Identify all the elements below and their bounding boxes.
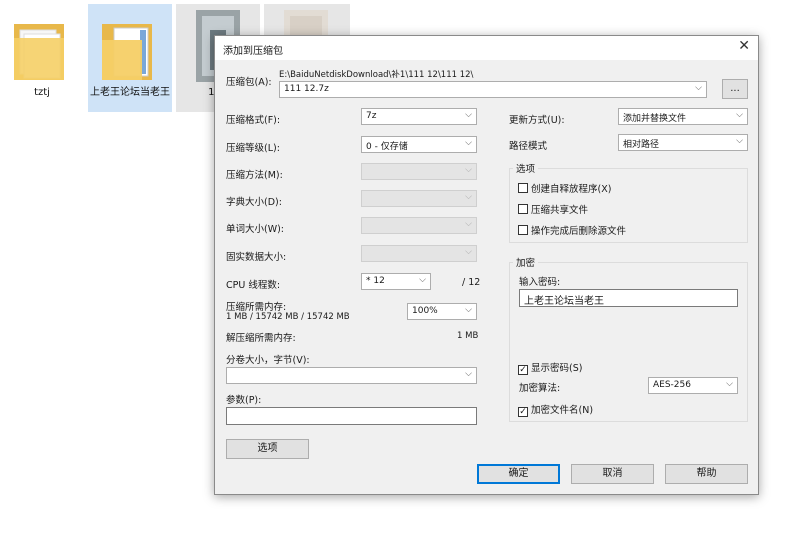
pathmode-value: 相对路径: [623, 140, 660, 150]
checkbox-box: [518, 204, 528, 214]
show-password-label: 显示密码(S): [531, 363, 583, 374]
dict-select: ⌵: [361, 190, 477, 207]
format-label: 压缩格式(F):: [226, 115, 281, 126]
params-input[interactable]: [226, 407, 477, 425]
dialog-titlebar: 添加到压缩包 ✕: [215, 36, 758, 60]
enc-method-select[interactable]: AES-256 ⌵: [648, 377, 738, 394]
show-password-checkbox[interactable]: ✓ 显示密码(S): [518, 360, 582, 375]
folder-icon: [102, 24, 152, 80]
chevron-down-icon: ⌵: [736, 136, 743, 146]
encrypt-filenames-checkbox[interactable]: ✓ 加密文件名(N): [518, 402, 593, 417]
mem-compress-label: 压缩所需内存:: [226, 302, 287, 313]
checkmark-icon: ✓: [518, 365, 528, 375]
update-label: 更新方式(U):: [509, 115, 565, 126]
word-label: 单词大小(W):: [226, 224, 285, 235]
add-to-archive-dialog: 添加到压缩包 ✕ 压缩包(A): E:\BaiduNetdiskDownload…: [214, 35, 759, 495]
checkmark-icon: ✓: [518, 407, 528, 417]
threads-value: * 12: [366, 276, 385, 286]
delete-source-label: 操作完成后删除源文件: [531, 226, 627, 237]
encrypt-group-title: 加密: [513, 255, 539, 269]
solid-select: ⌵: [361, 245, 477, 262]
format-select[interactable]: 7z ⌵: [361, 108, 477, 125]
encrypt-filenames-label: 加密文件名(N): [531, 405, 594, 416]
pathmode-label: 路径模式: [509, 141, 548, 152]
mem-compress-value: 1 MB / 15742 MB / 15742 MB: [226, 312, 350, 322]
mem-decompress-value: 1 MB: [457, 331, 479, 341]
threads-select[interactable]: * 12 ⌵: [361, 273, 431, 290]
close-icon[interactable]: ✕: [738, 38, 750, 54]
pathmode-select[interactable]: 相对路径 ⌵: [618, 134, 748, 151]
cancel-button[interactable]: 取消: [571, 464, 654, 484]
volume-label: 分卷大小，字节(V):: [226, 355, 310, 366]
method-label: 压缩方法(M):: [226, 170, 283, 181]
chevron-down-icon: ⌵: [465, 369, 472, 379]
chevron-down-icon: ⌵: [465, 305, 472, 315]
chevron-down-icon: ⌵: [419, 275, 426, 285]
browse-button[interactable]: ...: [722, 79, 748, 99]
volume-select[interactable]: ⌵: [226, 367, 477, 384]
dialog-title: 添加到压缩包: [223, 46, 283, 57]
folder-icon: [14, 24, 64, 80]
shared-checkbox[interactable]: 压缩共享文件: [518, 202, 588, 216]
level-select[interactable]: 0 - 仅存储 ⌵: [361, 136, 477, 153]
enc-method-label: 加密算法:: [519, 383, 561, 394]
ok-button[interactable]: 确定: [477, 464, 560, 484]
level-value: 0 - 仅存储: [366, 142, 408, 152]
level-label: 压缩等级(L):: [226, 143, 280, 154]
threads-label: CPU 线程数:: [226, 280, 281, 291]
folder-label: 上老王论坛当老王: [90, 87, 170, 98]
format-value: 7z: [366, 111, 377, 121]
dict-label: 字典大小(D):: [226, 197, 282, 208]
options-group-title: 选项: [513, 161, 539, 175]
chevron-down-icon: ⌵: [465, 219, 472, 229]
chevron-down-icon: ⌵: [465, 110, 472, 120]
checkbox-box: [518, 225, 528, 235]
password-input[interactable]: 上老王论坛当老王: [519, 289, 738, 307]
update-select[interactable]: 添加并替换文件 ⌵: [618, 108, 748, 125]
sfx-label: 创建自释放程序(X): [531, 184, 612, 195]
params-label: 参数(P):: [226, 395, 262, 406]
method-select: ⌵: [361, 163, 477, 180]
folder-label: tztj: [34, 87, 50, 98]
archive-name-combo[interactable]: 111 12.7z ⌵: [279, 81, 707, 98]
password-label: 输入密码:: [519, 277, 561, 288]
mem-percent-value: 100%: [412, 306, 438, 316]
enc-method-value: AES-256: [653, 380, 691, 390]
mem-decompress-label: 解压缩所需内存:: [226, 333, 296, 344]
desktop-folder-selected[interactable]: 上老王论坛当老王: [88, 4, 172, 112]
sfx-checkbox[interactable]: 创建自释放程序(X): [518, 181, 611, 195]
threads-total: / 12: [462, 277, 481, 288]
solid-label: 固实数据大小:: [226, 252, 287, 263]
archive-path: E:\BaiduNetdiskDownload\补1\111 12\111 12…: [279, 70, 474, 80]
desktop-folder-tztj[interactable]: tztj: [0, 4, 84, 112]
chevron-down-icon: ⌵: [465, 192, 472, 202]
shared-label: 压缩共享文件: [531, 205, 589, 216]
mem-percent-select[interactable]: 100% ⌵: [407, 303, 477, 320]
help-button[interactable]: 帮助: [665, 464, 748, 484]
archive-name-value: 111 12.7z: [284, 84, 329, 94]
checkbox-box: [518, 183, 528, 193]
chevron-down-icon: ⌵: [465, 247, 472, 257]
chevron-down-icon: ⌵: [726, 379, 733, 389]
chevron-down-icon: ⌵: [465, 165, 472, 175]
options-button[interactable]: 选项: [226, 439, 309, 459]
delete-source-checkbox[interactable]: 操作完成后删除源文件: [518, 223, 626, 237]
update-value: 添加并替换文件: [623, 114, 687, 124]
password-value: 上老王论坛当老王: [524, 296, 604, 307]
chevron-down-icon: ⌵: [695, 83, 702, 93]
word-select: ⌵: [361, 217, 477, 234]
archive-label: 压缩包(A):: [226, 77, 272, 88]
chevron-down-icon: ⌵: [465, 138, 472, 148]
chevron-down-icon: ⌵: [736, 110, 743, 120]
